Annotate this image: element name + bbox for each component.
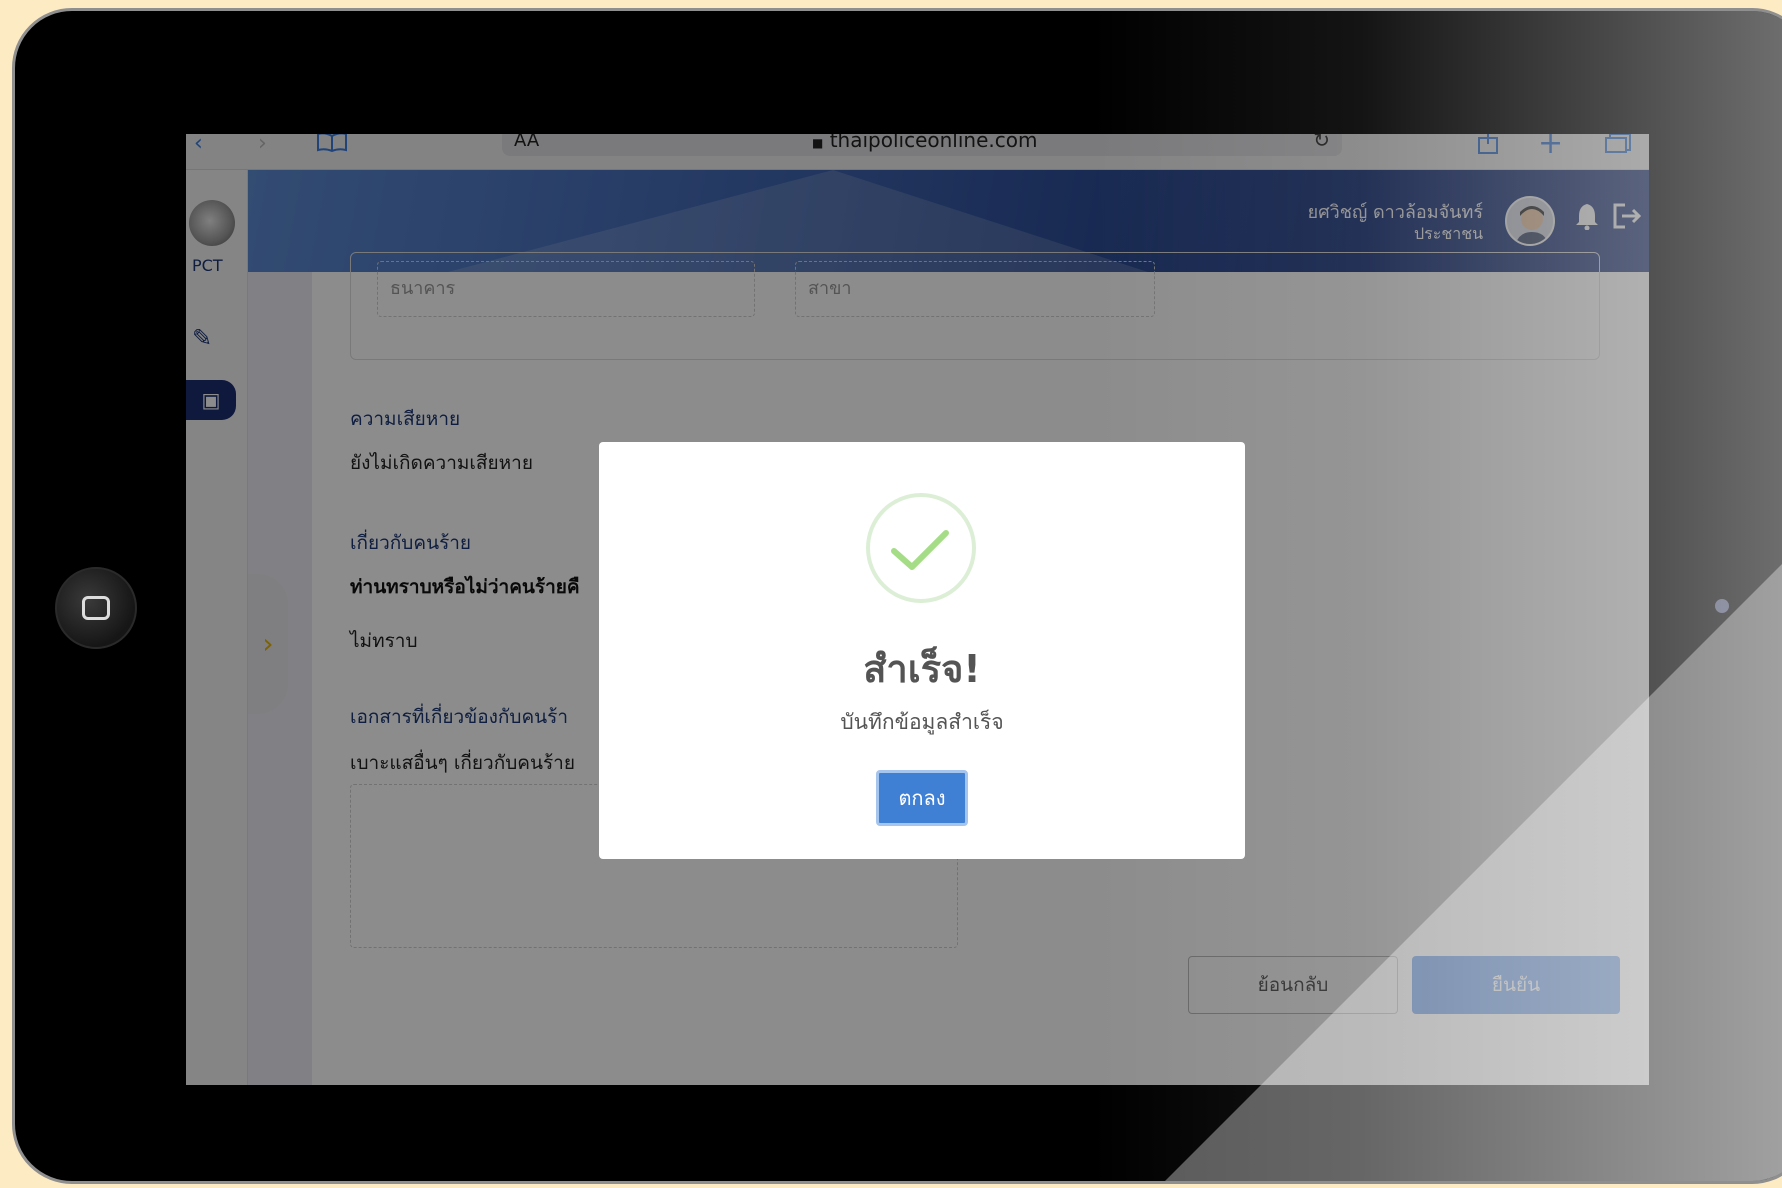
tablet-screen: ‹ › AA ■ thaipoliceonline.com ↻ + PCT ✎ … <box>186 134 1649 1085</box>
ok-button[interactable]: ตกลง <box>876 770 968 826</box>
camera-icon <box>1715 599 1729 613</box>
dialog-title: สำเร็จ! <box>863 647 981 691</box>
tablet-frame: ‹ › AA ■ thaipoliceonline.com ↻ + PCT ✎ … <box>12 8 1782 1184</box>
dialog-message: บันทึกข้อมูลสำเร็จ <box>840 710 1004 734</box>
success-check-icon <box>866 493 976 603</box>
success-dialog: สำเร็จ! บันทึกข้อมูลสำเร็จ ตกลง <box>599 442 1245 859</box>
home-button[interactable] <box>55 567 137 649</box>
home-square-icon <box>82 596 110 620</box>
